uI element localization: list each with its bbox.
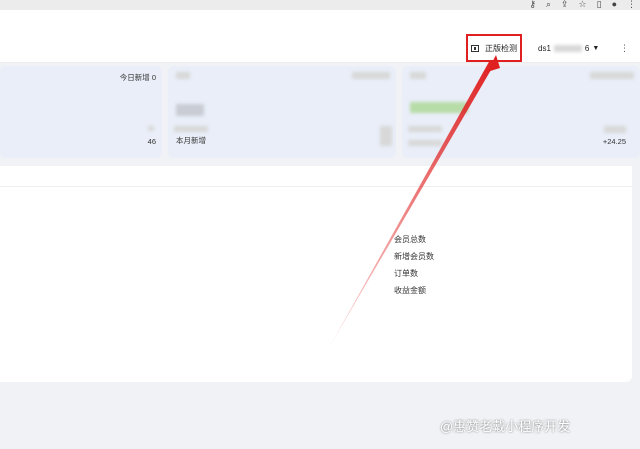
blurred-sub [408, 140, 442, 146]
user-menu[interactable]: ds1 6 ▼ [538, 44, 599, 53]
blurred-sub [380, 126, 392, 146]
blurred-today [352, 72, 390, 79]
chart-legend: 会员总数 新增会员数 订单数 收益金额 [394, 234, 434, 296]
stat-card-monthly: 本月新增 [168, 66, 396, 158]
blurred-value [410, 102, 468, 113]
browser-toolbar: ⚷ ⌕ ⇪ ☆ ▯ ● ⋮ [0, 0, 640, 10]
stat-card-members: 今日新增 0 46 [0, 66, 162, 158]
report-icon [471, 44, 479, 52]
legend-item[interactable]: 新增会员数 [394, 251, 434, 262]
username: ds1 [538, 44, 551, 53]
today-new-label: 今日新增 0 [119, 73, 156, 82]
auth-check-button[interactable]: 正版检测 [466, 34, 522, 62]
blurred-today [590, 72, 634, 79]
legend-item[interactable]: 收益金额 [394, 285, 434, 296]
zoom-icon[interactable]: ⌕ [546, 0, 551, 10]
stat-card-revenue: +24.25 [402, 66, 640, 158]
member-count: 46 [147, 137, 156, 146]
blurred-value [148, 126, 154, 131]
menu-icon[interactable]: ⋮ [627, 0, 636, 10]
profile-icon[interactable]: ● [612, 0, 617, 10]
sidebar-icon[interactable]: ▯ [597, 0, 602, 10]
blurred-username [553, 45, 582, 52]
chevron-down-icon: ▼ [592, 45, 600, 52]
blurred-title [176, 72, 190, 79]
share-icon[interactable]: ⇪ [561, 0, 569, 10]
username-tail: 6 [584, 44, 590, 53]
auth-check-label: 正版检测 [485, 43, 517, 53]
chart-panel [0, 166, 632, 382]
revenue-delta: +24.25 [602, 137, 626, 146]
legend-item[interactable]: 订单数 [394, 268, 434, 279]
blurred-value [176, 104, 204, 116]
legend-item[interactable]: 会员总数 [394, 234, 434, 245]
blurred-title [410, 72, 426, 79]
blurred-sub [408, 126, 442, 132]
watermark-text: @惠赞老戴小程序开发 [440, 419, 571, 434]
key-icon[interactable]: ⚷ [529, 0, 536, 10]
star-icon[interactable]: ☆ [579, 0, 587, 10]
month-new-label: 本月新增 [176, 136, 206, 145]
blurred-sub [604, 126, 626, 133]
panel-divider [0, 186, 632, 187]
blurred-sub [174, 126, 208, 132]
more-icon[interactable]: ⋮ [620, 43, 629, 54]
address-row [0, 10, 640, 37]
watermark: @惠赞老戴小程序开发 [440, 416, 570, 435]
